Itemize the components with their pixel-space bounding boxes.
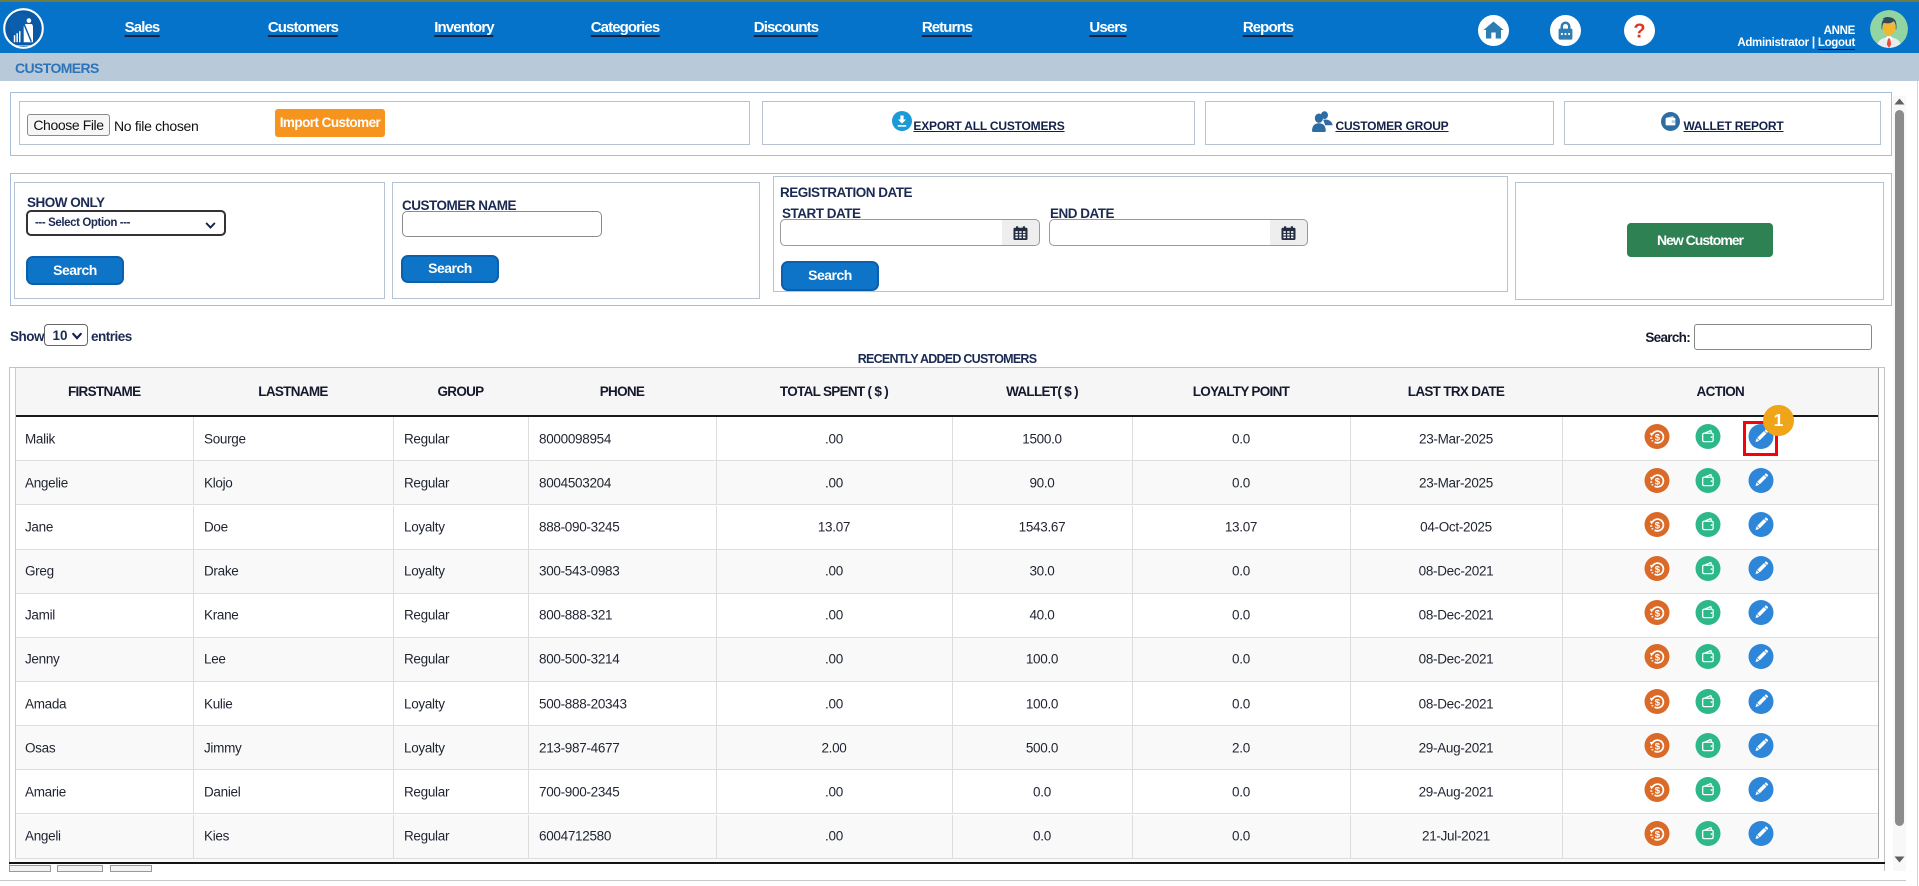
svg-text:$: $	[1655, 609, 1661, 620]
svg-text:$: $	[1655, 653, 1661, 664]
svg-text:$: $	[1655, 565, 1661, 576]
svg-text:$: $	[1655, 741, 1661, 752]
svg-text:$: $	[1655, 829, 1661, 840]
svg-text:$: $	[1655, 697, 1661, 708]
svg-text:$: $	[1655, 520, 1661, 531]
svg-text:$: $	[1655, 432, 1661, 443]
svg-text:$: $	[1655, 476, 1661, 487]
svg-text:?: ?	[1633, 21, 1645, 43]
svg-text:$: $	[1655, 785, 1661, 796]
